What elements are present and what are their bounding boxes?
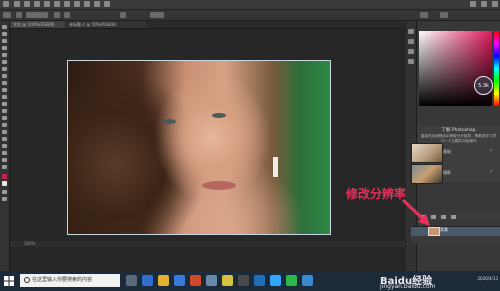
document-tab-bar: 文档 @ 100%(RGB/8) 未标题-1 @ 50%(RGB/8) — [10, 21, 405, 29]
app-icon[interactable] — [222, 275, 233, 286]
history-brush-tool-icon[interactable] — [2, 88, 7, 92]
learn-item-thumbnail[interactable] — [411, 164, 443, 184]
option-icon[interactable] — [64, 12, 70, 18]
document-status-bar: 100% — [10, 241, 405, 247]
store-icon[interactable] — [174, 275, 185, 286]
menu-item[interactable] — [24, 1, 30, 7]
app-icon[interactable] — [190, 275, 201, 286]
chevron-right-icon[interactable]: › — [490, 147, 492, 154]
tab-active-document[interactable]: 文档 @ 100%(RGB/8) — [10, 21, 65, 28]
quick-mask-icon[interactable] — [2, 190, 7, 194]
learn-item-thumbnail[interactable] — [411, 143, 443, 163]
chevron-right-icon[interactable]: › — [490, 168, 492, 175]
stamp-tool-icon[interactable] — [2, 81, 7, 85]
pen-tool-icon[interactable] — [2, 123, 7, 127]
crop-tool-icon[interactable] — [2, 53, 7, 57]
image-detail — [202, 181, 236, 190]
windows-start-icon[interactable] — [4, 276, 14, 286]
blur-tool-icon[interactable] — [2, 109, 7, 113]
option-icon[interactable] — [16, 12, 22, 18]
annotation-arrow-icon — [401, 198, 430, 226]
workspace-icon[interactable] — [440, 12, 448, 18]
layer-thumbnail[interactable] — [428, 227, 440, 236]
learn-item-label[interactable]: 摄影 — [443, 170, 451, 176]
background-color-swatch[interactable] — [2, 181, 7, 186]
task-view-icon[interactable] — [126, 275, 137, 286]
history-panel-icon[interactable] — [408, 29, 414, 34]
hue-slider[interactable] — [494, 31, 499, 106]
menu-item[interactable] — [84, 1, 90, 7]
menu-item[interactable] — [54, 1, 60, 7]
app-icon[interactable] — [302, 275, 313, 286]
option-icon[interactable] — [54, 12, 60, 18]
menu-item[interactable] — [74, 1, 80, 7]
search-icon — [24, 277, 30, 283]
watermark-url: jingyan.baidu.com — [380, 283, 436, 290]
gradient-tool-icon[interactable] — [2, 102, 7, 106]
image-detail — [273, 157, 278, 177]
layer-name[interactable]: 背景 — [440, 227, 448, 233]
menu-item[interactable] — [64, 1, 70, 7]
properties-panel-icon[interactable] — [408, 39, 414, 44]
app-icon[interactable] — [254, 275, 265, 286]
wechat-icon[interactable] — [286, 275, 297, 286]
image-detail — [162, 119, 176, 124]
healing-tool-icon[interactable] — [2, 67, 7, 71]
taskbar-search-input[interactable]: 在这里输入你要搜索的内容 — [20, 274, 120, 287]
option-dropdown[interactable] — [26, 12, 48, 18]
lock-icon[interactable] — [451, 215, 456, 219]
app-icon[interactable] — [238, 275, 249, 286]
tools-panel — [0, 21, 10, 271]
lasso-tool-icon[interactable] — [2, 39, 7, 43]
file-explorer-icon[interactable] — [158, 275, 169, 286]
info-panel-icon[interactable] — [408, 49, 414, 54]
options-bar — [0, 10, 500, 21]
learn-panel-title: 了解 Photoshop — [441, 128, 476, 133]
menu-item[interactable] — [44, 1, 50, 7]
minimize-icon[interactable] — [470, 1, 476, 7]
ps-logo-icon[interactable] — [3, 1, 9, 7]
learn-item-label[interactable]: 基础 — [443, 149, 451, 155]
app-icon[interactable] — [206, 275, 217, 286]
quick-select-tool-icon[interactable] — [2, 46, 7, 50]
zoom-tool-icon[interactable] — [2, 158, 7, 162]
menu-item[interactable] — [104, 1, 110, 7]
maximize-icon[interactable] — [481, 1, 487, 7]
menu-item[interactable] — [34, 1, 40, 7]
menu-item[interactable] — [14, 1, 20, 7]
tool-preset-icon[interactable] — [3, 12, 11, 18]
more-tools-icon[interactable] — [2, 165, 7, 169]
character-panel-icon[interactable] — [408, 59, 414, 64]
close-icon[interactable] — [492, 1, 498, 7]
search-icon[interactable] — [420, 12, 428, 18]
screen-mode-icon[interactable] — [2, 197, 7, 201]
color-picker-indicator[interactable]: 5.3k — [474, 76, 493, 95]
hand-tool-icon[interactable] — [2, 151, 7, 155]
move-tool-icon[interactable] — [2, 25, 7, 29]
shape-tool-icon[interactable] — [2, 144, 7, 148]
brush-tool-icon[interactable] — [2, 74, 7, 78]
menu-bar — [0, 0, 500, 10]
edge-browser-icon[interactable] — [142, 275, 153, 286]
tab-inactive-document[interactable]: 未标题-1 @ 50%(RGB/8) — [66, 21, 146, 28]
layers-footer — [411, 236, 500, 244]
foreground-color-swatch[interactable] — [2, 174, 7, 179]
menu-item[interactable] — [94, 1, 100, 7]
document-image[interactable] — [67, 60, 331, 235]
dodge-tool-icon[interactable] — [2, 116, 7, 120]
option-icon[interactable] — [120, 12, 126, 18]
type-tool-icon[interactable] — [2, 130, 7, 134]
eyedropper-tool-icon[interactable] — [2, 60, 7, 64]
lock-icon[interactable] — [441, 215, 446, 219]
photoshop-icon[interactable] — [270, 275, 281, 286]
marquee-tool-icon[interactable] — [2, 32, 7, 36]
annotation-text: 修改分辨率 — [346, 187, 407, 201]
image-detail — [212, 113, 226, 118]
path-select-tool-icon[interactable] — [2, 137, 7, 141]
taskbar-clock: 2020/4/13 — [477, 276, 498, 281]
option-field[interactable] — [150, 12, 164, 18]
eraser-tool-icon[interactable] — [2, 95, 7, 99]
